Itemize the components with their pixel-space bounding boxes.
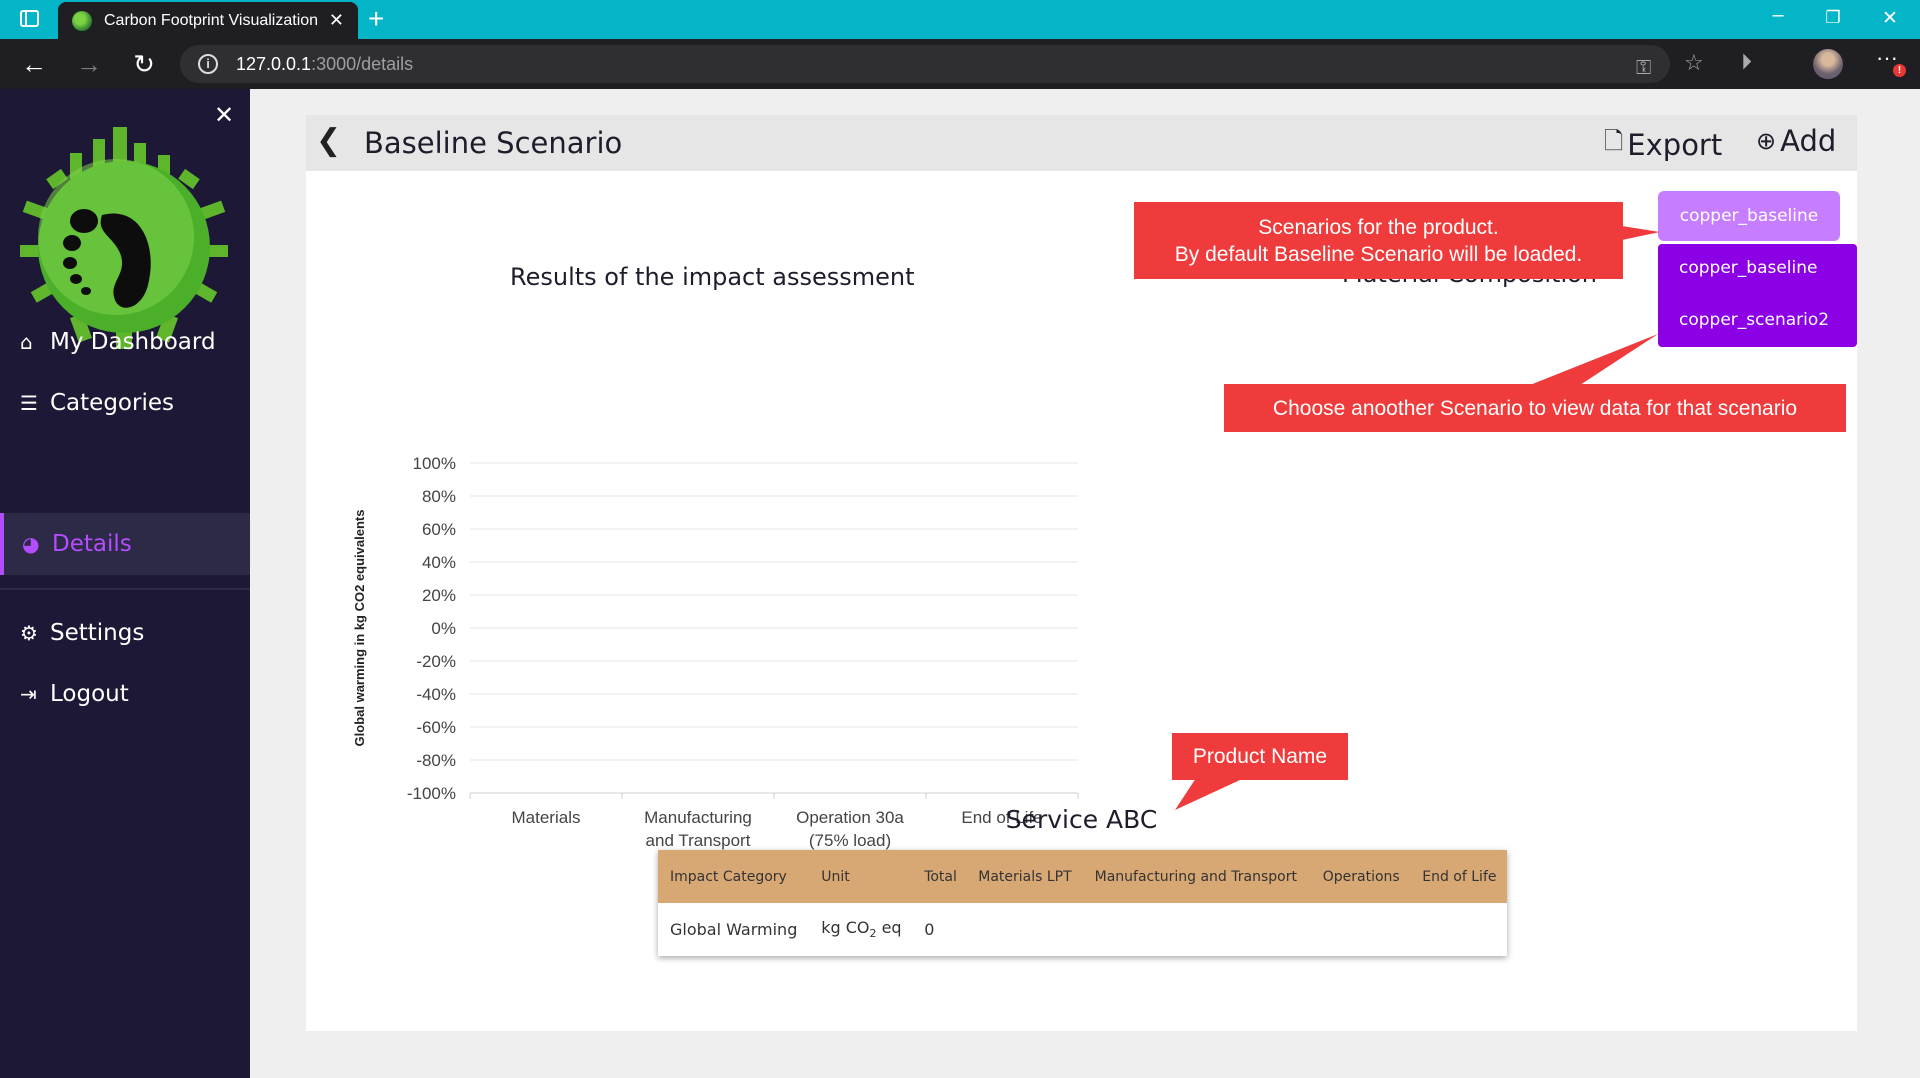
product-name-callout: Product Name [1172, 733, 1348, 780]
choose-scenario-callout: Choose anoother Scenario to view data fo… [1224, 384, 1846, 432]
callout-arrows [1175, 226, 1660, 810]
scenarios-callout: Scenarios for the product. By default Ba… [1134, 202, 1623, 279]
callout-text: By default Baseline Scenario will be loa… [1174, 242, 1583, 266]
callout-text: Choose anoother Scenario to view data fo… [1272, 396, 1798, 420]
callout-text: Product Name [1192, 745, 1328, 768]
callout-text: Scenarios for the product. [1258, 215, 1499, 239]
choose-callout-arrow [1530, 334, 1658, 385]
scenario-callout-arrow [1622, 226, 1660, 240]
